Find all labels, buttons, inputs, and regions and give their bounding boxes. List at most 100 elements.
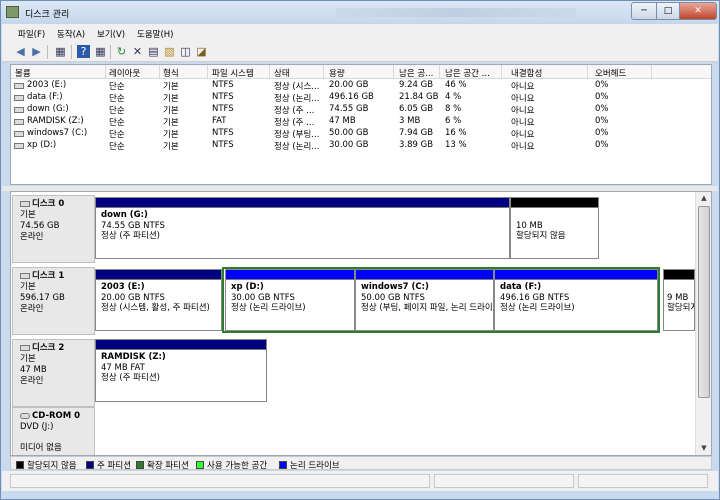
title-bar[interactable]: 디스크 관리 ─ □ ✕: [1, 1, 719, 24]
table-row[interactable]: RAMDISK (Z:) 단순 기본 FAT 정상 (주 ... 47 MB 3 MB 6 %…: [11, 116, 711, 128]
column-separator: [207, 65, 208, 79]
volume-list[interactable]: 볼륨 레이아웃 형식 파일 시스템 상태 용량 남은 공... 남은 공간 ..…: [10, 64, 712, 185]
volume-drive-icon: [14, 131, 24, 137]
table-row[interactable]: 2003 (E:) 단순 기본 NTFS 정상 (시스... 20.00 GB 9.24 G…: [11, 80, 711, 92]
partition-data-f[interactable]: data (F:) 496.16 GB NTFS 정상 (논리 드라이브): [494, 269, 658, 331]
table-row[interactable]: windows7 (C:) 단순 기본 NTFS 정상 (부팅... 50.00 GB 7.…: [11, 128, 711, 140]
partition-down-g[interactable]: down (G:) 74.55 GB NTFS 정상 (주 파티션): [95, 197, 510, 259]
menu-action[interactable]: 동작(A): [57, 28, 85, 40]
disk-2-label[interactable]: 디스크 2 기본 47 MB 온라인: [12, 339, 95, 407]
cell-capacity: 20.00 GB: [329, 80, 369, 90]
volume-drive-icon: [14, 119, 24, 125]
cell-fault-tolerance: 아니요: [511, 82, 535, 92]
scroll-down-arrow-icon[interactable]: ▼: [698, 444, 710, 454]
unallocated-bar: [664, 270, 694, 280]
legend-swatch: [86, 461, 94, 469]
cell-free-percent: 4 %: [445, 92, 462, 102]
cell-filesystem: FAT: [212, 116, 227, 126]
cell-volume-name: down (G:): [27, 104, 69, 114]
cell-layout: 단순: [109, 94, 125, 104]
cell-filesystem: NTFS: [212, 128, 234, 138]
cell-free-percent: 13 %: [445, 140, 467, 150]
cell-overhead: 0%: [595, 140, 609, 150]
status-bar: [2, 471, 718, 491]
unallocated-disk-0[interactable]: 10 MB 할당되지 않음: [510, 197, 599, 259]
disk-properties-icon[interactable]: ▤: [147, 45, 160, 58]
menu-help[interactable]: 도움말(H): [137, 28, 173, 40]
maximize-button[interactable]: □: [656, 2, 680, 20]
volume-drive-icon: [14, 83, 24, 89]
cell-layout: 단순: [109, 82, 125, 92]
delete-icon[interactable]: ✕: [131, 45, 144, 58]
cell-filesystem: NTFS: [212, 80, 234, 90]
menu-view[interactable]: 보기(V): [97, 28, 125, 40]
table-row[interactable]: xp (D:) 단순 기본 NTFS 정상 (논리... 30.00 GB 3.89 GB 1…: [11, 140, 711, 152]
column-separator: [651, 65, 652, 79]
cell-free-percent: 16 %: [445, 128, 467, 138]
unallocated-status: 할당되지 않음: [516, 231, 566, 241]
column-capacity[interactable]: 용량: [329, 67, 345, 79]
disk-graphical-view: 디스크 0 기본 74.56 GB 온라인 down (G:) 74.55 GB…: [10, 191, 712, 456]
column-free-space[interactable]: 남은 공...: [399, 67, 433, 79]
volume-drive-icon: [14, 143, 24, 149]
cell-status: 정상 (논리...: [274, 142, 320, 152]
column-separator: [393, 65, 394, 79]
partition-name: RAMDISK (Z:): [101, 352, 166, 362]
open-icon[interactable]: ▧: [163, 45, 176, 58]
partition-status: 정상 (논리 드라이브): [231, 303, 306, 313]
column-volume[interactable]: 볼륨: [15, 67, 31, 79]
help-icon[interactable]: ?: [77, 45, 90, 58]
cell-free-space: 9.24 GB: [399, 80, 434, 90]
partition-2003-e[interactable]: 2003 (E:) 20.00 GB NTFS 정상 (시스템, 활성, 주 파…: [95, 269, 222, 331]
cell-volume-name: RAMDISK (Z:): [27, 116, 84, 126]
column-overhead[interactable]: 오버헤드: [595, 67, 626, 79]
cell-free-space: 3 MB: [399, 116, 421, 126]
back-arrow-icon[interactable]: ◀: [14, 45, 27, 58]
table-row[interactable]: down (G:) 단순 기본 NTFS 정상 (주 ... 74.55 GB 6.05 G…: [11, 104, 711, 116]
column-type[interactable]: 형식: [163, 67, 179, 79]
properties-icon[interactable]: ▦: [94, 45, 107, 58]
column-separator: [439, 65, 440, 79]
column-fault-tolerance[interactable]: 내결함성: [511, 67, 542, 79]
column-layout[interactable]: 레이아웃: [109, 67, 140, 79]
disk-0-label[interactable]: 디스크 0 기본 74.56 GB 온라인: [12, 195, 95, 263]
close-button[interactable]: ✕: [679, 2, 717, 20]
partition-windows7-c[interactable]: windows7 (C:) 50.00 GB NTFS 정상 (부팅, 페이지 …: [355, 269, 494, 331]
cell-fault-tolerance: 아니요: [511, 106, 535, 116]
toolbar-separator: [71, 45, 72, 59]
cell-status: 정상 (시스...: [274, 82, 320, 92]
disk-1-label[interactable]: 디스크 1 기본 596.17 GB 온라인: [12, 267, 95, 335]
format-icon[interactable]: ◪: [195, 45, 208, 58]
column-separator: [269, 65, 270, 79]
partition-ramdisk-z[interactable]: RAMDISK (Z:) 47 MB FAT 정상 (주 파티션): [95, 339, 267, 402]
refresh-icon[interactable]: ↻: [115, 45, 128, 58]
disk-0-size: 74.56 GB: [20, 221, 60, 231]
vertical-scrollbar[interactable]: ▲ ▼: [695, 192, 711, 455]
forward-arrow-icon[interactable]: ▶: [30, 45, 43, 58]
volume-drive-icon: [14, 107, 24, 113]
partition-xp-d[interactable]: xp (D:) 30.00 GB NTFS 정상 (논리 드라이브): [225, 269, 355, 331]
cell-overhead: 0%: [595, 128, 609, 138]
menu-file[interactable]: 파일(F): [18, 28, 45, 40]
column-separator: [501, 65, 502, 79]
cdrom-0-label[interactable]: CD-ROM 0 DVD (J:) 미디어 없음: [12, 407, 95, 455]
scroll-up-arrow-icon[interactable]: ▲: [698, 194, 710, 204]
scrollbar-thumb[interactable]: [698, 206, 710, 398]
partition-status: 정상 (부팅, 페이지 파일, 논리 드라이브): [361, 303, 493, 313]
column-status[interactable]: 상태: [274, 67, 290, 79]
toolbar-separator: [47, 45, 48, 59]
column-filesystem[interactable]: 파일 시스템: [212, 67, 254, 79]
unallocated-disk-1[interactable]: 9 MB 할당되지 않음: [663, 269, 695, 331]
partition-size: 47 MB FAT: [101, 362, 145, 373]
cell-type: 기본: [163, 106, 179, 116]
column-free-percent[interactable]: 남은 공간 ...: [445, 67, 490, 79]
show-hide-console-icon[interactable]: ▦: [54, 45, 67, 58]
minimize-button[interactable]: ─: [631, 2, 657, 20]
cell-layout: 단순: [109, 106, 125, 116]
explore-icon[interactable]: ◫: [179, 45, 192, 58]
table-row[interactable]: data (F:) 단순 기본 NTFS 정상 (논리... 496.16 GB 21.84…: [11, 92, 711, 104]
cell-filesystem: NTFS: [212, 140, 234, 150]
toolbar: ◀ ▶ ▦ ? ▦ ↻ ✕ ▤ ▧ ◫ ◪: [2, 42, 718, 62]
cell-layout: 단순: [109, 118, 125, 128]
partition-name: down (G:): [101, 210, 148, 220]
